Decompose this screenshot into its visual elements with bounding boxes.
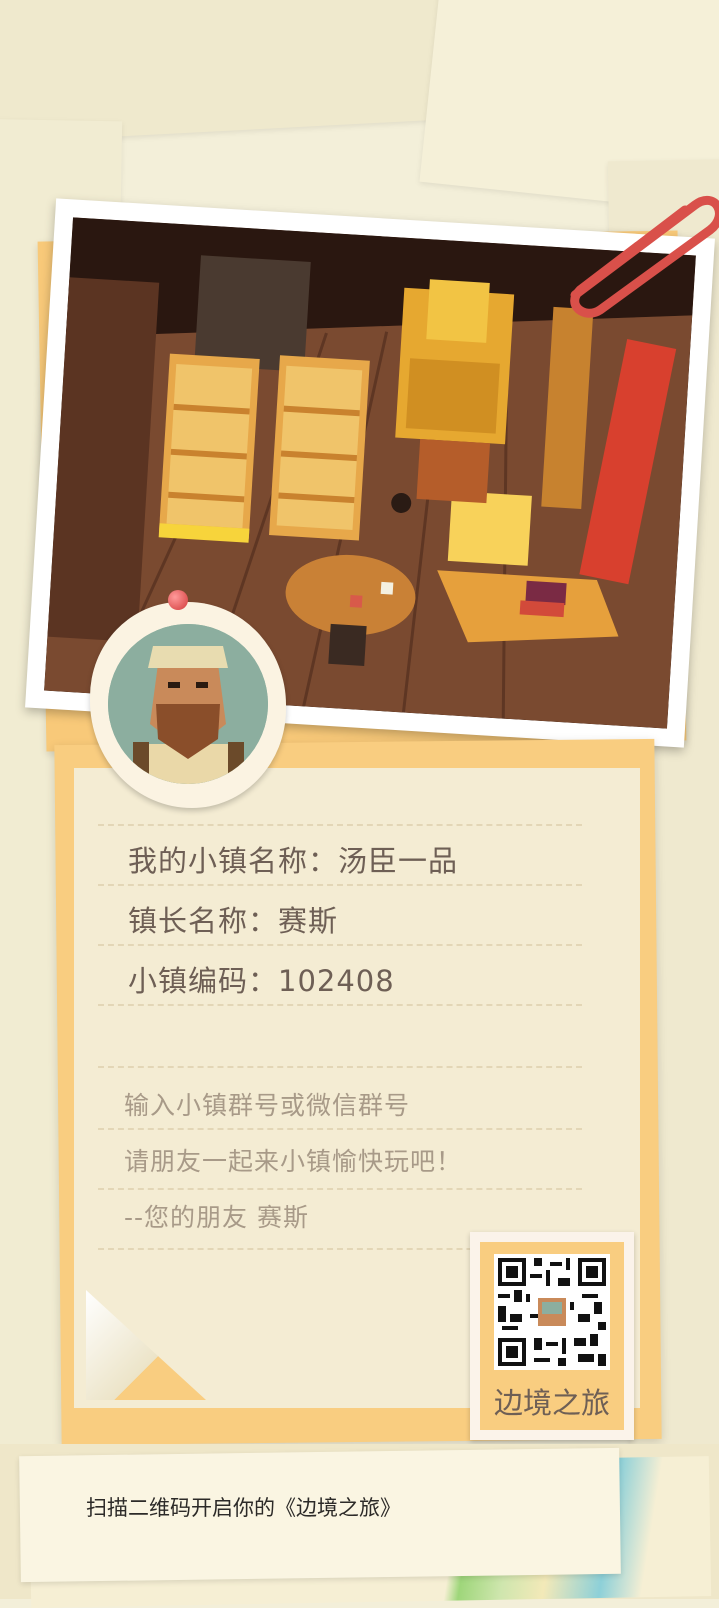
stamp-inner: 边境之旅 (480, 1242, 624, 1430)
town-name-label: 我的小镇名称：汤臣一品 (128, 844, 459, 878)
divider (98, 1066, 582, 1068)
paperclip-icon (570, 195, 719, 318)
message-line: 请朋友一起来小镇愉快玩吧！ (124, 1147, 463, 1176)
mayor-avatar (90, 602, 286, 808)
divider (98, 884, 582, 886)
mayor-name-label: 镇长名称：赛斯 (128, 904, 339, 938)
qr-code-icon[interactable] (494, 1254, 610, 1370)
divider (98, 944, 582, 946)
divider (98, 1128, 582, 1130)
town-code-label: 小镇编码：102408 (128, 964, 395, 998)
stamp-label: 边境之旅 (493, 1386, 610, 1420)
divider (98, 824, 582, 826)
avatar-portrait (108, 624, 268, 784)
scan-instruction: 扫描二维码开启你的《边境之旅》 (86, 1496, 401, 1520)
qr-stamp[interactable]: 边境之旅 (464, 1226, 640, 1446)
divider (98, 1188, 582, 1190)
pushpin-icon (168, 590, 188, 610)
message-line: 输入小镇群号或微信群号 (124, 1091, 411, 1120)
divider (98, 1004, 582, 1006)
message-signature: --您的朋友 赛斯 (124, 1203, 309, 1232)
